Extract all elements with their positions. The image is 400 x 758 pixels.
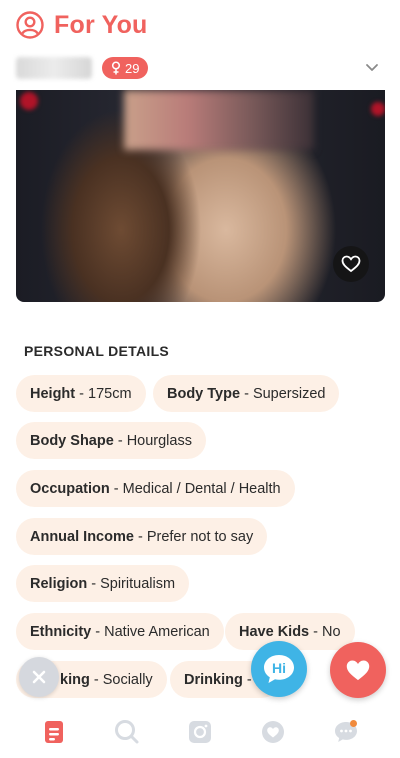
blurred-username	[16, 57, 92, 79]
nav-item-likes[interactable]	[253, 712, 293, 752]
heart-outline-icon	[341, 255, 361, 273]
nav-item-instagram[interactable]	[180, 712, 220, 752]
chip-value: Medical / Dental / Health	[122, 480, 281, 497]
decor-spot	[371, 102, 385, 116]
say-hi-label: Hi	[272, 659, 286, 676]
instagram-icon	[188, 721, 211, 743]
detail-chip-body-shape: Body Shape - Hourglass	[16, 422, 206, 459]
chip-key: Drinking	[184, 671, 243, 688]
heart-circle-icon	[261, 721, 284, 743]
chip-value: Prefer not to say	[146, 528, 254, 545]
notification-dot	[349, 720, 357, 727]
chip-key: Occupation	[30, 480, 110, 497]
section-title-personal-details: PERSONAL DETAILS	[24, 343, 170, 359]
chip-key: Ethnicity	[30, 623, 92, 640]
decor-spot	[20, 92, 38, 110]
detail-chip-annual-income: Annual Income - Prefer not to say	[16, 518, 268, 555]
chip-key: Religion	[30, 575, 88, 592]
detail-chip-occupation: Occupation - Medical / Dental / Health	[16, 470, 295, 507]
like-button[interactable]	[330, 642, 386, 698]
profile-photo[interactable]	[16, 90, 385, 302]
chip-key: Annual Income	[30, 528, 134, 545]
chip-key: Height	[30, 385, 76, 402]
page-title: For You	[54, 10, 148, 39]
like-photo-button[interactable]	[333, 246, 369, 282]
chip-key: Have Kids	[239, 623, 310, 640]
page-header: For You	[16, 10, 148, 40]
profile-card-icon	[45, 721, 64, 743]
chip-value: Spiritualism	[100, 575, 176, 592]
detail-chip-height: Height - 175cm	[16, 375, 146, 412]
chip-value: No	[322, 623, 341, 640]
detail-chip-ethnicity: Ethnicity - Native American	[16, 613, 224, 650]
chevron-down-icon[interactable]	[364, 59, 380, 75]
heart-icon	[346, 660, 370, 680]
detail-chip-body-type: Body Type - Supersized	[153, 375, 340, 412]
age-value: 29	[125, 60, 140, 76]
search-icon	[115, 720, 139, 744]
chip-value: Supersized	[252, 385, 326, 402]
chip-value: Socially	[102, 671, 153, 688]
blurred-face	[124, 90, 314, 150]
dismiss-button[interactable]	[19, 657, 59, 697]
female-icon	[111, 61, 121, 75]
chip-value: Native American	[104, 623, 210, 640]
say-hi-button[interactable]: Hi	[251, 641, 307, 697]
nav-item-messages[interactable]	[326, 712, 366, 752]
age-badge: 29	[102, 57, 149, 79]
chip-key: Body Type	[167, 385, 241, 402]
chip-key: king	[60, 671, 90, 688]
close-icon	[32, 670, 46, 684]
nav-item-profiles[interactable]	[34, 712, 74, 752]
bottom-navigation	[0, 706, 400, 758]
chip-key: Body Shape	[30, 432, 114, 449]
chip-value: 175cm	[88, 385, 132, 402]
profile-summary: 29	[16, 55, 384, 81]
user-circle-icon[interactable]	[16, 11, 44, 39]
nav-item-search[interactable]	[107, 712, 147, 752]
chip-value: Hourglass	[126, 432, 192, 449]
detail-chip-religion: Religion - Spiritualism	[16, 565, 190, 602]
